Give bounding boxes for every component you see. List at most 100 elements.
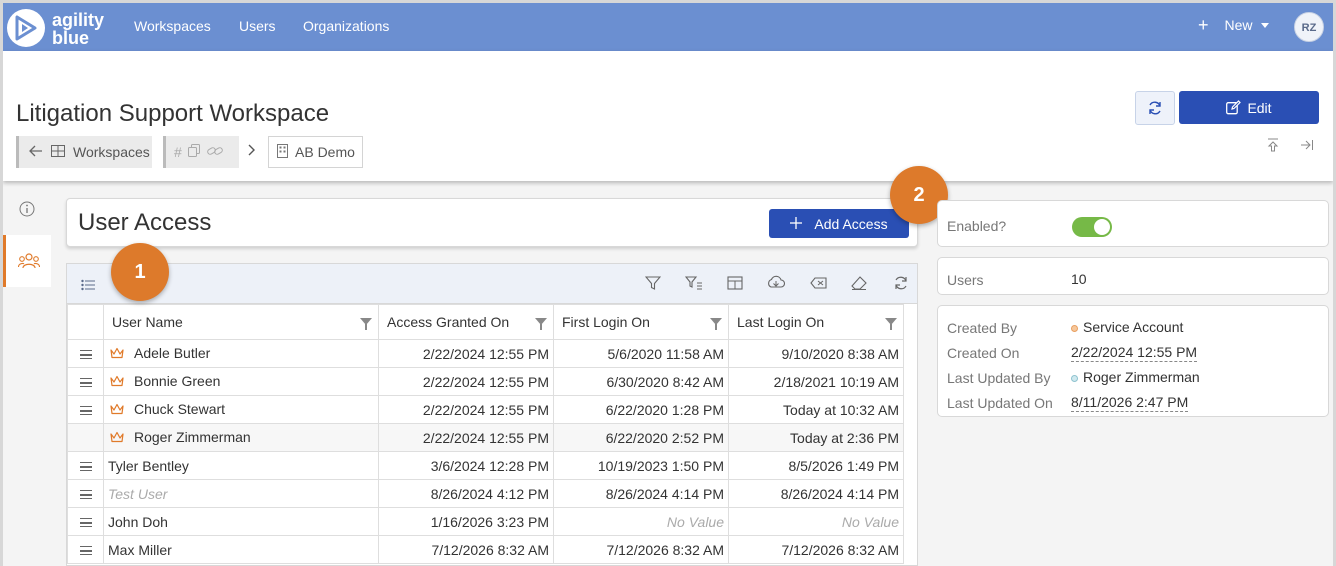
user-access-card: User Access Add Access [66,198,918,247]
link-icon[interactable] [206,144,223,160]
column-filter-icon[interactable] [535,318,547,330]
add-access-button[interactable]: Add Access [769,209,909,238]
table-row[interactable]: Tyler Bentley 3/6/2024 12:28 PM 10/19/2023… [67,451,904,480]
row-handle[interactable] [67,479,104,508]
user-name-cell[interactable]: Test User [103,479,379,508]
row-handle[interactable] [67,367,104,396]
download-icon[interactable] [767,275,786,296]
drag-handle-icon[interactable] [79,406,92,416]
updated-by-text: Roger Zimmerman [1083,369,1200,385]
updated-by-label: Last Updated By [947,370,1051,386]
drag-handle-icon[interactable] [79,350,92,360]
hash-icon[interactable]: # [174,144,182,160]
clear-icon[interactable] [810,275,828,296]
drag-handle-icon[interactable] [79,546,92,556]
last-value: 7/12/2026 8:32 AM [781,541,899,558]
column-header-user-name[interactable]: User Name [103,304,379,340]
last-value: Today at 2:36 PM [790,429,899,446]
updated-on-value[interactable]: 8/11/2026 2:47 PM [1071,394,1189,412]
table-row[interactable]: Bonnie Green 2/22/2024 12:55 PM 6/30/2020 … [67,367,904,396]
new-menu-button[interactable]: + New [1198,16,1269,34]
row-handle[interactable] [67,339,104,368]
chevron-down-icon [1260,22,1269,28]
edit-button[interactable]: Edit [1179,91,1319,124]
top-nav: agility blue Workspaces Users Organizati… [3,3,1333,51]
pin-top-icon[interactable] [1266,138,1280,157]
plus-icon [790,216,803,232]
column-filter-icon[interactable] [360,318,372,330]
drag-handle-icon[interactable] [79,462,92,472]
step-marker-1: 1 [111,243,169,301]
row-handle[interactable] [67,395,104,424]
grid-icon [51,144,65,160]
nav-workspaces[interactable]: Workspaces [134,18,211,34]
user-name-cell[interactable]: Adele Butler [103,339,379,368]
table-row[interactable]: John Doh 1/16/2026 3:23 PM No Value No Valu… [67,507,904,536]
drag-handle-icon[interactable] [79,490,92,500]
row-handle[interactable] [67,535,104,564]
column-filter-icon[interactable] [885,318,897,330]
updated-by-value: Roger Zimmerman [1071,369,1200,385]
refresh-icon[interactable] [893,275,909,296]
user-name-cell[interactable]: Max Miller [103,535,379,564]
user-name-cell[interactable]: Chuck Stewart [103,395,379,424]
nav-users[interactable]: Users [239,18,276,34]
table-row[interactable]: Adele Butler 2/22/2024 12:55 PM 5/6/2020 1… [67,339,904,368]
eraser-icon[interactable] [851,275,867,296]
last-cell: No Value [728,507,904,536]
drag-handle-icon[interactable] [79,378,92,388]
refresh-button[interactable] [1135,91,1175,125]
table-row[interactable]: Test User 8/26/2024 4:12 PM 8/26/2024 4:14… [67,479,904,508]
table-row[interactable]: Max Miller 7/12/2026 8:32 AM 7/12/2026 8:3… [67,535,904,564]
audit-card: Created By Service Account Created On 2/… [937,305,1329,417]
first-value: 5/6/2020 11:58 AM [607,345,725,362]
tab-info[interactable] [3,183,51,235]
row-handle[interactable] [67,451,104,480]
copy-icon[interactable] [187,144,201,160]
app-window: agility blue Workspaces Users Organizati… [3,3,1333,566]
column-header-first-login[interactable]: First Login On [553,304,729,340]
building-icon [277,143,288,161]
granted-value: 1/16/2026 3:23 PM [430,513,549,530]
collapse-right-icon[interactable] [1300,138,1314,157]
column-label: Last Login On [737,314,825,330]
logo[interactable]: agility blue [5,7,125,49]
granted-value: 8/26/2024 4:12 PM [430,485,549,502]
breadcrumb-workspaces[interactable]: Workspaces [16,136,152,168]
user-name-cell[interactable]: Bonnie Green [103,367,379,396]
last-value: No Value [841,513,899,530]
crown-icon [110,346,124,362]
handle-header [67,304,104,340]
last-cell: 8/26/2024 4:14 PM [728,479,904,508]
row-handle[interactable] [67,423,104,452]
enabled-card: Enabled? [937,200,1329,247]
columns-icon[interactable] [727,275,743,296]
breadcrumb-ab-demo[interactable]: AB Demo [268,136,363,168]
created-on-value[interactable]: 2/22/2024 12:55 PM [1071,344,1198,362]
table-row[interactable]: Chuck Stewart 2/22/2024 12:55 PM 6/22/2020… [67,395,904,424]
filter-icon[interactable] [644,275,662,296]
status-dot [1071,324,1078,332]
avatar[interactable]: RZ [1294,12,1324,42]
granted-cell: 2/22/2024 12:55 PM [378,395,554,424]
table-row[interactable]: Roger Zimmerman 2/22/2024 12:55 PM 6/22/20… [67,423,904,452]
granted-value: 2/22/2024 12:55 PM [422,401,549,418]
user-name-cell[interactable]: Roger Zimmerman [103,423,379,452]
column-header-last-login[interactable]: Last Login On [728,304,904,340]
drag-handle-icon[interactable] [79,518,92,528]
users-icon [17,253,40,269]
user-name-cell[interactable]: John Doh [103,507,379,536]
enabled-toggle[interactable] [1072,217,1112,237]
list-icon[interactable] [81,278,95,296]
tab-users[interactable] [3,235,51,287]
column-header-access-granted[interactable]: Access Granted On [378,304,554,340]
nav-organizations[interactable]: Organizations [303,18,389,34]
filter-list-icon[interactable] [684,275,703,296]
user-name: John Doh [108,513,168,530]
column-label: First Login On [562,314,650,330]
user-name: Test User [108,485,168,502]
first-cell: 10/19/2023 1:50 PM [553,451,729,480]
row-handle[interactable] [67,507,104,536]
column-filter-icon[interactable] [710,318,722,330]
user-name-cell[interactable]: Tyler Bentley [103,451,379,480]
